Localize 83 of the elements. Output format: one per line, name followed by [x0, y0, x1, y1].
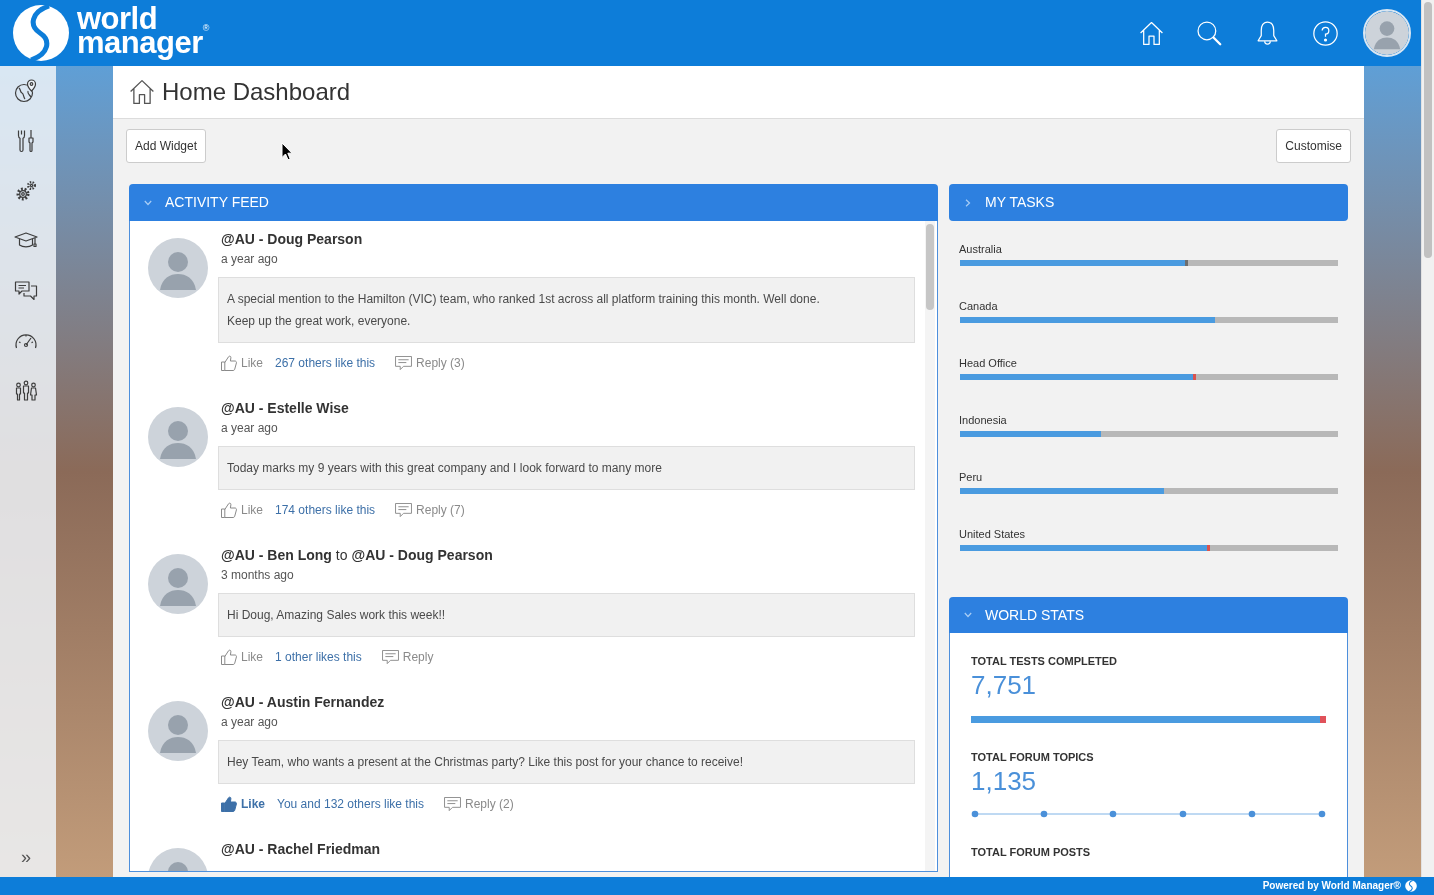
chevron-down-icon[interactable]: [144, 198, 152, 207]
stat-label: TOTAL TESTS COMPLETED: [971, 654, 1118, 668]
task-label: United States: [959, 527, 1026, 541]
chevron-right-icon[interactable]: [964, 198, 972, 207]
home-icon[interactable]: [1139, 20, 1164, 46]
recipient-name[interactable]: @AU - Doug Pearson: [351, 545, 493, 565]
search-icon[interactable]: [1197, 20, 1222, 46]
chevron-down-icon[interactable]: [964, 611, 972, 619]
author-name[interactable]: @AU - Rachel Friedman: [221, 839, 381, 859]
user-avatar[interactable]: [1363, 9, 1411, 57]
add-widget-button[interactable]: Add Widget: [126, 129, 207, 163]
panel-header[interactable]: MY TASKS: [949, 184, 1348, 221]
like-button[interactable]: Like: [221, 501, 263, 519]
like-button[interactable]: Like: [221, 795, 265, 813]
reply-button[interactable]: Reply (7): [395, 501, 465, 519]
logo-icon[interactable]: [1405, 880, 1417, 892]
stat-value: 1,135: [971, 766, 1037, 796]
comment-icon: [395, 502, 413, 518]
post-time: a year ago: [220, 420, 278, 437]
task-label: Australia: [959, 242, 1002, 256]
footer-text: Powered by World Manager®: [1262, 880, 1401, 892]
likes-link[interactable]: 1 other likes this: [275, 648, 362, 666]
reply-button[interactable]: Reply: [381, 648, 434, 666]
scrollbar-track[interactable]: [1421, 0, 1434, 877]
avatar-icon: [148, 238, 208, 298]
globe-pin-icon[interactable]: [14, 79, 38, 103]
post-time: a year ago: [220, 251, 278, 268]
panel-header[interactable]: WORLD STATS: [949, 597, 1348, 633]
post-text: Hey Team, who wants a present at the Christmas party? Like this post for your chance to receive!: [227, 754, 744, 771]
scrollbar-thumb[interactable]: [1424, 2, 1432, 258]
likes-link[interactable]: 267 others like this: [275, 354, 376, 372]
author-name[interactable]: @AU - Doug Pearson: [221, 229, 363, 249]
scrollbar-track[interactable]: [925, 221, 935, 871]
gears-icon[interactable]: [14, 179, 38, 203]
post-text: A special mention to the Hamilton (VIC) team, who ranked 1st across all platform training this month. Well done.: [227, 291, 820, 308]
likes-link[interactable]: You and 132 others like this: [277, 795, 424, 813]
post-time: 3 months ago: [220, 567, 294, 584]
task-label: Indonesia: [959, 413, 1007, 427]
expand-button[interactable]: »: [14, 847, 38, 867]
task-label: Canada: [959, 299, 998, 313]
chat-bubbles-icon[interactable]: [14, 279, 38, 303]
like-button[interactable]: Like: [221, 648, 263, 666]
logo-wordmark[interactable]: world manager$^{®}$: [77, 7, 209, 59]
author-name[interactable]: @AU - Estelle Wise: [221, 398, 349, 418]
comment-icon: [395, 355, 413, 371]
comment-icon: [444, 796, 461, 812]
thumbs-up-icon: [221, 649, 237, 665]
people-icon[interactable]: [14, 379, 38, 403]
avatar-icon: [148, 554, 208, 614]
reply-button[interactable]: Reply (3): [395, 354, 465, 372]
to-text: to: [335, 546, 348, 565]
home-icon: [129, 79, 155, 105]
reply-button[interactable]: Reply (2): [444, 795, 514, 813]
panel-title: WORLD STATS: [985, 605, 1085, 625]
thumbs-up-icon: [221, 796, 237, 812]
panel-title: ACTIVITY FEED: [165, 193, 269, 212]
scrollbar-thumb[interactable]: [926, 224, 934, 310]
thumbs-up-icon: [221, 502, 237, 518]
thumbs-up-icon: [221, 355, 237, 371]
stat-label: TOTAL FORUM POSTS: [971, 845, 1091, 859]
post-text: Keep up the great work, everyone.: [227, 313, 411, 330]
post-text: Today marks my 9 years with this great company and I look forward to many more: [227, 460, 662, 477]
stat-label: TOTAL FORUM TOPICS: [971, 750, 1094, 764]
stat-value: 7,751: [971, 670, 1037, 700]
likes-link[interactable]: 174 others like this: [275, 501, 376, 519]
panel-header[interactable]: ACTIVITY FEED: [129, 184, 938, 221]
bell-icon[interactable]: [1255, 20, 1280, 46]
panel-title: MY TASKS: [985, 193, 1055, 212]
help-icon[interactable]: [1313, 20, 1338, 46]
author-name[interactable]: @AU - Austin Fernandez: [221, 692, 385, 712]
like-button[interactable]: Like: [221, 354, 263, 372]
avatar-icon: [148, 407, 208, 467]
task-label: Peru: [959, 470, 983, 484]
customise-button[interactable]: Customise: [1276, 129, 1351, 163]
page-title: Home Dashboard: [162, 77, 351, 107]
logo-icon[interactable]: [12, 4, 70, 62]
post-text: Hi Doug, Amazing Sales work this week!!: [227, 607, 446, 624]
author-name[interactable]: @AU - Ben Long: [221, 545, 332, 565]
avatar-icon: [148, 701, 208, 761]
comment-icon: [381, 649, 399, 665]
cursor-icon: [281, 142, 293, 161]
post-time: a year ago: [220, 714, 278, 731]
task-label: Head Office: [959, 356, 1017, 370]
